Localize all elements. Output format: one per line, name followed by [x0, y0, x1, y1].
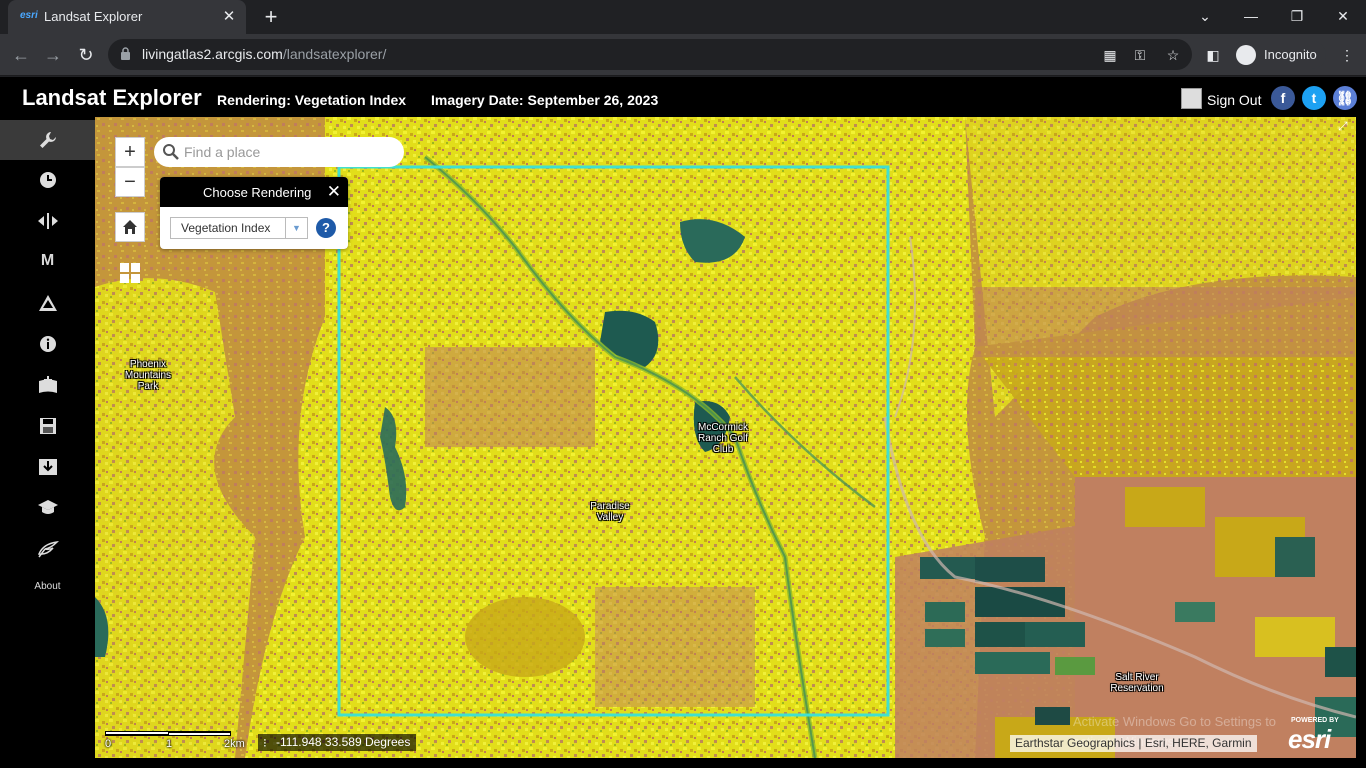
app-header: Landsat Explorer Rendering: Vegetation I…: [0, 77, 1366, 117]
close-icon[interactable]: ✕: [327, 181, 341, 203]
incognito-label: Incognito: [1264, 47, 1317, 62]
close-window-button[interactable]: ✕: [1329, 4, 1357, 28]
esri-logo[interactable]: POWERED BY esri: [1288, 717, 1348, 754]
search-icon: [163, 144, 179, 160]
tab-title: Landsat Explorer: [44, 9, 143, 24]
esri-favicon-icon: esri: [20, 10, 38, 21]
save-icon: [39, 418, 56, 434]
map-attribution: Earthstar Geographics | Esri, HERE, Garm…: [1010, 735, 1257, 752]
scale-label-1: 1: [166, 738, 173, 750]
sidebar-item-download[interactable]: [0, 447, 95, 487]
browser-tab[interactable]: esri Landsat Explorer ✕: [8, 0, 246, 34]
sign-out-link[interactable]: Sign Out: [1207, 92, 1261, 108]
rendering-panel-header: Choose Rendering ✕: [160, 177, 348, 207]
help-icon[interactable]: ?: [316, 218, 336, 238]
place-label: McCormick Ranch Golf Club: [697, 422, 749, 455]
home-icon: [123, 220, 137, 234]
expand-icon[interactable]: ⤢: [1338, 119, 1352, 133]
sidebar-item-swipe[interactable]: [0, 201, 95, 241]
bottom-strip: [0, 758, 1366, 768]
coordinate-readout[interactable]: ⁝ -111.948 33.589 Degrees: [258, 734, 417, 751]
sidebar-about-link[interactable]: About: [0, 581, 95, 592]
scale-bar: 0 1 2km: [104, 730, 245, 752]
user-avatar[interactable]: [1181, 88, 1202, 109]
close-tab-icon[interactable]: ✕: [220, 8, 238, 26]
imagery-date-label: Imagery Date: September 26, 2023: [431, 92, 659, 108]
info-icon: [39, 336, 56, 352]
triangle-icon: [38, 295, 57, 311]
rendering-panel: Choose Rendering ✕ Vegetation Index ▼ ?: [160, 177, 348, 249]
search-input[interactable]: [184, 142, 394, 162]
url-text: livingatlas2.arcgis.com/landsatexplorer/: [142, 46, 386, 62]
esri-brand: esri: [1288, 724, 1331, 754]
browser-toolbar: ← → ↻ livingatlas2.arcgis.com/landsatexp…: [0, 34, 1366, 76]
zoom-out-button[interactable]: −: [115, 167, 145, 197]
menu-kebab-icon[interactable]: ⋮: [1337, 45, 1357, 65]
sidebar-item-bookmark[interactable]: [0, 365, 95, 405]
sidebar-item-save[interactable]: [0, 406, 95, 446]
page-scrollbar[interactable]: [1356, 117, 1366, 758]
sidebar-item-education[interactable]: [0, 488, 95, 528]
sidebar-item-info[interactable]: [0, 324, 95, 364]
crosshair-icon: ⁝: [263, 736, 267, 750]
home-button[interactable]: [115, 212, 145, 242]
bookmark-star-icon[interactable]: ☆: [1163, 45, 1183, 65]
bookmark-add-icon: [38, 376, 57, 393]
rendering-panel-title: Choose Rendering: [203, 185, 312, 200]
key-icon[interactable]: ⚿: [1130, 45, 1150, 65]
scale-label-2: 2km: [224, 738, 245, 750]
minimize-button[interactable]: —: [1237, 4, 1265, 28]
education-icon: [37, 500, 58, 514]
basemap-toggle-icon[interactable]: [119, 262, 141, 284]
sidebar-item-feedback[interactable]: [0, 529, 95, 569]
rendering-select[interactable]: Vegetation Index ▼: [170, 217, 308, 239]
twitter-icon[interactable]: t: [1302, 86, 1326, 110]
sidebar-item-renderer[interactable]: [0, 120, 95, 160]
clock-icon: [39, 172, 56, 188]
side-panel-icon[interactable]: ◧: [1203, 45, 1223, 65]
tab-search-icon[interactable]: ⌄: [1191, 4, 1219, 28]
wrench-icon: [39, 132, 56, 148]
forward-button[interactable]: →: [40, 42, 66, 68]
place-label: Salt River Reservation: [1110, 672, 1164, 694]
place-label: Paradise Valley: [590, 501, 630, 523]
url-host: livingatlas2.arcgis.com: [142, 46, 283, 62]
restore-button[interactable]: ❐: [1283, 4, 1311, 28]
chevron-down-icon: ▼: [285, 218, 307, 238]
link-icon[interactable]: ⛓: [1333, 86, 1357, 110]
browser-tabbar: esri Landsat Explorer ✕ + ⌄ — ❐ ✕: [0, 0, 1366, 34]
mask-icon: M: [40, 252, 55, 269]
facebook-icon[interactable]: f: [1271, 86, 1295, 110]
incognito-badge[interactable]: Incognito: [1230, 41, 1326, 69]
incognito-icon: [1236, 45, 1256, 65]
zoom-in-button[interactable]: +: [115, 137, 145, 167]
scale-bar-graphic: [105, 731, 231, 736]
sidebar: M About: [0, 117, 95, 758]
reload-button[interactable]: ↻: [73, 42, 99, 68]
sidebar-item-time[interactable]: [0, 160, 95, 200]
app-title: Landsat Explorer: [22, 85, 202, 110]
coordinate-text: -111.948 33.589 Degrees: [276, 735, 411, 749]
sidebar-item-mask[interactable]: M: [0, 241, 95, 281]
sidebar-item-analysis[interactable]: [0, 283, 95, 323]
map-view[interactable]: + − Choose Rendering ✕ Vegetation Index …: [95, 117, 1356, 758]
place-search[interactable]: [154, 137, 404, 167]
swipe-icon: [37, 213, 58, 229]
url-path: /landsatexplorer/: [282, 46, 387, 62]
scale-label-0: 0: [105, 738, 112, 750]
lock-icon: [121, 47, 130, 60]
back-button[interactable]: ←: [8, 42, 34, 68]
rendering-select-value: Vegetation Index: [181, 221, 271, 235]
address-bar[interactable]: livingatlas2.arcgis.com/landsatexplorer/…: [108, 39, 1192, 70]
new-tab-button[interactable]: +: [259, 5, 283, 29]
feedback-icon: [37, 540, 59, 558]
esri-powered-label: POWERED BY: [1291, 717, 1339, 724]
download-icon: [38, 459, 57, 475]
rendering-label: Rendering: Vegetation Index: [217, 92, 407, 108]
place-label: Phoenix Mountains Park: [124, 359, 172, 392]
qr-code-icon[interactable]: ▦: [1100, 45, 1120, 65]
